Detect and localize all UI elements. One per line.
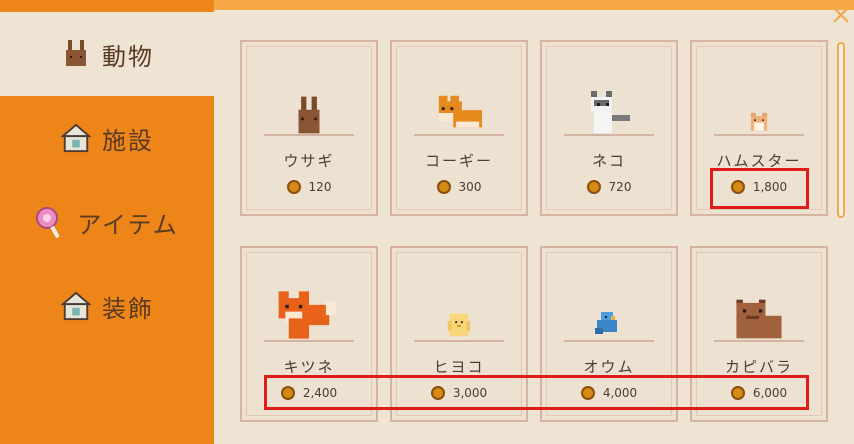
item-name: ヒヨコ <box>433 358 485 376</box>
rabbit-icon <box>60 38 92 70</box>
price-highlight-box <box>264 375 809 410</box>
shelf-line <box>414 134 504 136</box>
tab-decorations[interactable]: 装飾 <box>0 264 214 348</box>
coin-icon <box>436 180 451 194</box>
house-icon <box>60 122 92 154</box>
corgi-icon <box>392 90 526 136</box>
close-icon[interactable] <box>830 4 852 26</box>
tab-label: 装飾 <box>102 294 154 323</box>
chick-icon <box>392 310 526 340</box>
tab-items[interactable]: アイテム <box>0 180 214 264</box>
rabbit-icon <box>242 94 376 136</box>
fox-icon <box>242 288 376 342</box>
item-name: キツネ <box>283 358 335 376</box>
scrollbar-thumb[interactable] <box>837 42 845 218</box>
shelf-line <box>264 134 354 136</box>
tab-label: 施設 <box>102 126 154 155</box>
item-price: 120 <box>242 180 376 194</box>
item-name: ウサギ <box>283 152 335 170</box>
price-value: 720 <box>608 180 632 194</box>
tab-label: 動物 <box>102 42 154 71</box>
price-highlight-box <box>710 168 809 209</box>
item-name: コーギー <box>424 152 493 170</box>
item-name: ネコ <box>592 152 626 170</box>
item-price: 720 <box>542 180 676 194</box>
item-name: オウム <box>583 358 635 376</box>
shelf-line <box>714 134 804 136</box>
sidebar-top <box>0 0 214 12</box>
shop-item-card-corgi[interactable]: コーギー 300 <box>390 40 528 216</box>
shelf-line <box>564 340 654 342</box>
sidebar: 動物 施設 アイテム 装飾 <box>0 0 214 444</box>
lollipop-icon <box>35 206 67 238</box>
cat-icon <box>542 88 676 136</box>
top-bar <box>214 0 854 10</box>
shelf-line <box>714 340 804 342</box>
shop-item-card-cat[interactable]: ネコ 720 <box>540 40 678 216</box>
shop-item-card-rabbit[interactable]: ウサギ 120 <box>240 40 378 216</box>
shelf-line <box>264 340 354 342</box>
capybara-icon <box>692 296 826 342</box>
coin-icon <box>586 180 601 194</box>
house-icon <box>60 290 92 322</box>
tab-animals[interactable]: 動物 <box>0 12 214 96</box>
item-price: 300 <box>392 180 526 194</box>
coin-icon <box>286 180 301 194</box>
hamster-icon <box>692 108 826 134</box>
tab-facilities[interactable]: 施設 <box>0 96 214 180</box>
item-name: カピバラ <box>724 358 793 376</box>
price-value: 300 <box>458 180 482 194</box>
parrot-icon <box>542 308 676 340</box>
tab-label: アイテム <box>77 210 179 239</box>
shelf-line <box>564 134 654 136</box>
price-value: 120 <box>308 180 332 194</box>
shelf-line <box>414 340 504 342</box>
